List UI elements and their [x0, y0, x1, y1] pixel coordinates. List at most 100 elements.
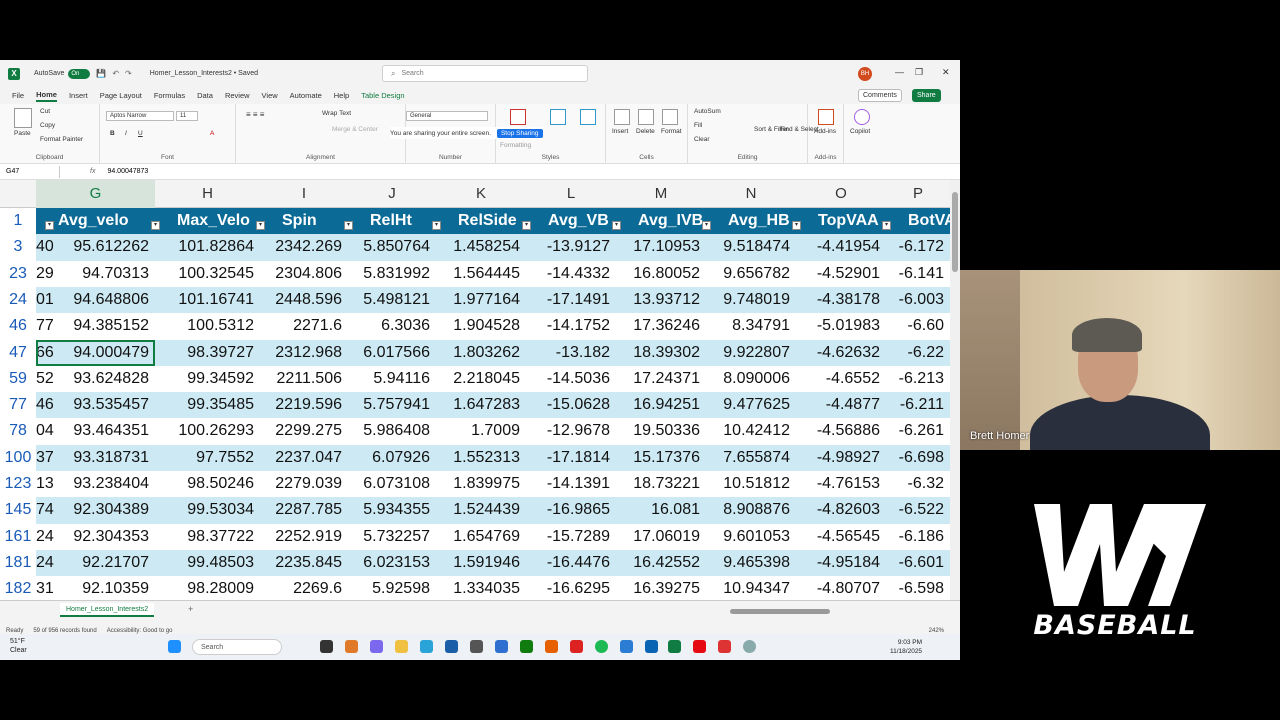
header-cell[interactable]: RelHt: [348, 208, 436, 234]
data-cell[interactable]: 92.304353: [36, 524, 155, 550]
row-number[interactable]: 1: [0, 208, 36, 234]
autosum-button[interactable]: AutoSum: [694, 108, 721, 115]
data-cell[interactable]: -17.1814: [526, 445, 616, 471]
column-header-i[interactable]: I: [260, 180, 348, 208]
data-cell[interactable]: 9.656782: [706, 261, 796, 287]
active-cell[interactable]: 94.000479: [36, 339, 155, 366]
data-cell[interactable]: 1.334035: [436, 576, 526, 602]
row-number[interactable]: 59: [0, 366, 36, 392]
font-color-icon[interactable]: A: [210, 130, 214, 137]
data-cell[interactable]: 93.464351: [36, 418, 155, 444]
data-cell[interactable]: -4.62632: [796, 340, 886, 366]
addins-label[interactable]: Add-ins: [814, 128, 836, 135]
data-cell[interactable]: 6.023153: [348, 550, 436, 576]
data-cell[interactable]: 1.458254: [436, 234, 526, 260]
data-cell[interactable]: -6.186: [886, 524, 950, 550]
data-cell[interactable]: -13.9127: [526, 234, 616, 260]
row-number[interactable]: 182: [0, 576, 36, 602]
copilot-label[interactable]: Copilot: [850, 128, 870, 135]
app-icon-5[interactable]: [570, 640, 583, 653]
restore-icon[interactable]: ❐: [915, 67, 923, 78]
data-cell[interactable]: -6.213: [886, 366, 950, 392]
data-cell[interactable]: 2448.596: [260, 287, 348, 313]
data-cell[interactable]: 5.732257: [348, 524, 436, 550]
data-cell[interactable]: 8.908876: [706, 497, 796, 523]
font-name-select[interactable]: Aptos Narrow: [106, 111, 174, 121]
header-cell[interactable]: Max_Velo: [155, 208, 260, 234]
header-cell[interactable]: RelSide: [436, 208, 526, 234]
clear-button[interactable]: Clear: [694, 136, 710, 143]
data-cell[interactable]: 5.498121: [348, 287, 436, 313]
column-header-m[interactable]: M: [616, 180, 706, 208]
copy-button[interactable]: Copy: [40, 122, 55, 129]
taskbar-search[interactable]: Search: [192, 639, 282, 655]
search-box[interactable]: ⌕ Search: [382, 65, 588, 82]
data-cell[interactable]: -4.76153: [796, 471, 886, 497]
format-as-table-icon[interactable]: [550, 109, 566, 125]
tab-formulas[interactable]: Formulas: [154, 91, 185, 100]
data-cell[interactable]: 17.36246: [616, 313, 706, 339]
spreadsheet-grid[interactable]: GHIJKLMNOP 1 ▾ Avg_velo ▾ Max_Velo ▾ Spin ▾ RelH…: [0, 180, 960, 600]
data-cell[interactable]: -6.261: [886, 418, 950, 444]
xbox-icon[interactable]: [520, 640, 533, 653]
data-cell[interactable]: -6.522: [886, 497, 950, 523]
data-cell[interactable]: 1.7009: [436, 418, 526, 444]
data-cell[interactable]: 17.24371: [616, 366, 706, 392]
row-number[interactable]: 23: [0, 261, 36, 287]
data-cell[interactable]: -4.6552: [796, 366, 886, 392]
data-cell[interactable]: 9.748019: [706, 287, 796, 313]
data-cell[interactable]: 92.21707: [36, 550, 155, 576]
row-number[interactable]: 145: [0, 497, 36, 523]
data-cell[interactable]: -6.141: [886, 261, 950, 287]
fill-button[interactable]: Fill: [694, 122, 702, 129]
data-cell[interactable]: 6.017566: [348, 340, 436, 366]
data-cell[interactable]: 5.850764: [348, 234, 436, 260]
data-cell[interactable]: 19.50336: [616, 418, 706, 444]
edge-icon[interactable]: [420, 640, 433, 653]
delete-cells-label[interactable]: Delete: [636, 128, 655, 135]
data-cell[interactable]: 2211.506: [260, 366, 348, 392]
data-cell[interactable]: 8.34791: [706, 313, 796, 339]
data-cell[interactable]: -14.1391: [526, 471, 616, 497]
data-cell[interactable]: -15.0628: [526, 392, 616, 418]
avatar[interactable]: BH: [858, 67, 872, 81]
data-cell[interactable]: 16.39275: [616, 576, 706, 602]
data-cell[interactable]: 1.977164: [436, 287, 526, 313]
data-cell[interactable]: 98.39727: [155, 340, 260, 366]
autosave-toggle[interactable]: On: [68, 68, 91, 79]
data-cell[interactable]: 95.612262: [36, 234, 155, 260]
data-cell[interactable]: 2287.785: [260, 497, 348, 523]
comments-button[interactable]: Comments: [858, 89, 902, 102]
data-cell[interactable]: 2312.968: [260, 340, 348, 366]
netflix-icon[interactable]: [693, 640, 706, 653]
data-cell[interactable]: -14.4332: [526, 261, 616, 287]
horizontal-scroll-thumb[interactable]: [730, 609, 830, 614]
data-cell[interactable]: 5.757941: [348, 392, 436, 418]
data-cell[interactable]: -4.56886: [796, 418, 886, 444]
header-cell[interactable]: Avg_velo: [36, 208, 155, 234]
data-cell[interactable]: 9.477625: [706, 392, 796, 418]
data-cell[interactable]: 99.35485: [155, 392, 260, 418]
data-cell[interactable]: 97.7552: [155, 445, 260, 471]
data-cell[interactable]: 1.803262: [436, 340, 526, 366]
data-cell[interactable]: -6.003: [886, 287, 950, 313]
system-clock[interactable]: 9:03 PM 11/18/2025: [890, 638, 922, 656]
row-number[interactable]: 77: [0, 392, 36, 418]
data-cell[interactable]: 7.655874: [706, 445, 796, 471]
data-cell[interactable]: 2342.269: [260, 234, 348, 260]
conditional-formatting-icon[interactable]: [510, 109, 526, 125]
data-cell[interactable]: 100.32545: [155, 261, 260, 287]
merge-center-button[interactable]: Merge & Center: [332, 126, 378, 133]
add-sheet-icon[interactable]: +: [188, 604, 193, 614]
data-cell[interactable]: 99.53034: [155, 497, 260, 523]
data-cell[interactable]: -4.98927: [796, 445, 886, 471]
row-number[interactable]: 47: [0, 340, 36, 366]
firefox-icon[interactable]: [545, 640, 558, 653]
paste-icon[interactable]: [14, 108, 32, 128]
data-cell[interactable]: -16.4476: [526, 550, 616, 576]
data-cell[interactable]: -14.1752: [526, 313, 616, 339]
sheet-tab[interactable]: Homer_Lesson_Interests2: [60, 603, 155, 617]
data-cell[interactable]: -4.82603: [796, 497, 886, 523]
data-cell[interactable]: 10.42412: [706, 418, 796, 444]
data-cell[interactable]: -4.95184: [796, 550, 886, 576]
